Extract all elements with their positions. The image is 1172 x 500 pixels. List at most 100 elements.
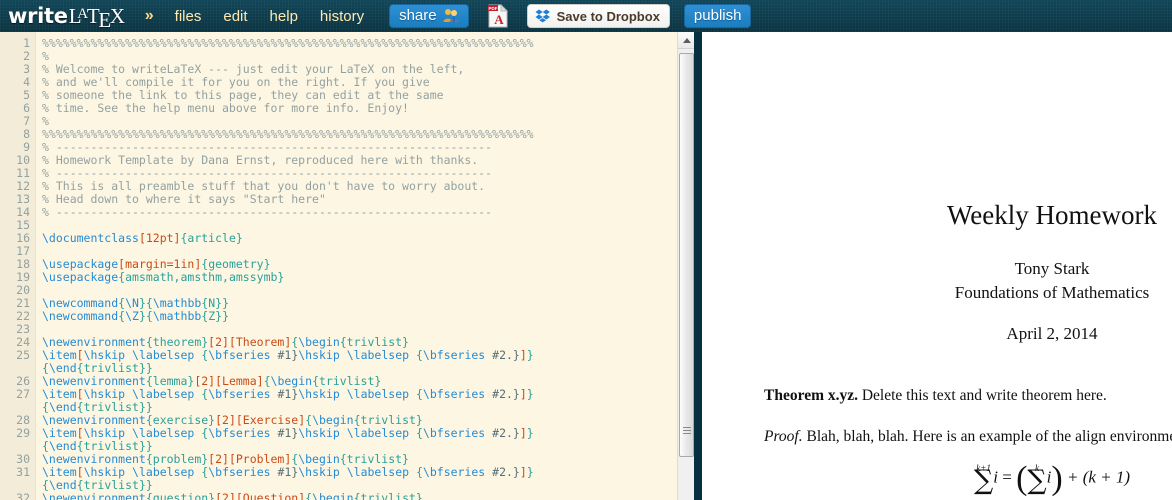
code-token: \begin xyxy=(298,452,340,466)
summation-inner: k ∑ xyxy=(1027,464,1047,496)
writelatex-logo[interactable]: write LATEX xyxy=(8,5,125,30)
share-button-label: share xyxy=(399,7,437,24)
code-token: [ xyxy=(76,465,84,479)
pdf-file-icon: PDF A xyxy=(487,4,508,28)
download-pdf-button[interactable]: PDF A xyxy=(487,3,509,29)
save-to-dropbox-button[interactable]: Save to Dropbox xyxy=(526,4,670,28)
scroll-up-button[interactable] xyxy=(678,32,694,49)
code-token: \newcommand xyxy=(42,296,119,310)
equation-tail: + (k + 1) xyxy=(1066,467,1131,487)
code-token: } xyxy=(526,465,534,479)
code-line[interactable]: \documentclass[12pt]{article} xyxy=(42,232,694,245)
document-equation: k+1 ∑ i = ( k ∑ i) + (k + 1) xyxy=(702,459,1172,497)
proof-heading: Proof. xyxy=(764,428,803,445)
code-token: [2][Question] xyxy=(215,491,306,500)
code-token: #1} xyxy=(270,426,299,440)
code-line[interactable]: \usepackage{amsmath,amsthm,amssymb} xyxy=(42,271,694,284)
code-token: \bfseries xyxy=(422,387,486,401)
code-token: ] xyxy=(519,426,527,440)
nav-item-help[interactable]: help xyxy=(270,8,298,25)
code-token: #2.} xyxy=(485,465,520,479)
code-token: [ xyxy=(76,387,84,401)
code-token: \end xyxy=(48,361,77,375)
code-line[interactable]: % time. See the help menu above for more… xyxy=(42,102,694,115)
code-token: {article} xyxy=(180,231,243,245)
code-token: % Head down to where it says "Start here… xyxy=(42,192,326,206)
code-token: \hskip xyxy=(83,387,126,401)
code-token: {geometry} xyxy=(201,257,271,271)
document-proof-block: Proof. Blah, blah, blah. Here is an exam… xyxy=(764,428,1172,446)
svg-text:PDF: PDF xyxy=(488,6,497,11)
code-token: ] xyxy=(519,387,527,401)
code-token: {trivlist}} xyxy=(76,400,153,414)
theorem-heading: Theorem x.yz. xyxy=(764,387,858,404)
code-token: \end xyxy=(48,439,77,453)
code-token: {trivlist} xyxy=(312,374,382,388)
code-token: \begin xyxy=(312,413,354,427)
code-line[interactable]: % --------------------------------------… xyxy=(42,206,694,219)
code-token: { xyxy=(415,426,423,440)
pane-divider[interactable] xyxy=(694,32,702,500)
code-token: \labelsep xyxy=(132,348,195,362)
code-token: \hskip xyxy=(298,465,340,479)
nav-item-history[interactable]: history xyxy=(320,8,364,25)
latex-source-editor[interactable]: 1 2 3 4 5 6 7 8 9 10 11 12 13 14 15 16 17 18 19 20 21 22 23 24 2… xyxy=(0,32,694,500)
code-text-area[interactable]: %%%%%%%%%%%%%%%%%%%%%%%%%%%%%%%%%%%%%%%%… xyxy=(36,32,694,500)
code-token: [2][Exercise] xyxy=(215,413,306,427)
sigma-icon-inner: ∑ xyxy=(1027,465,1047,496)
code-line[interactable]: %%%%%%%%%%%%%%%%%%%%%%%%%%%%%%%%%%%%%%%%… xyxy=(42,37,694,50)
editor-vertical-scrollbar[interactable] xyxy=(677,32,694,500)
nav-item-edit[interactable]: edit xyxy=(223,8,247,25)
logo-letter-a: A xyxy=(77,5,88,22)
pdf-page: Weekly Homework Tony Stark Foundations o… xyxy=(702,32,1172,500)
code-token: \newcommand xyxy=(42,309,119,323)
code-line[interactable]: \newcommand{\Z}{\mathbb{Z}} xyxy=(42,310,694,323)
share-button[interactable]: share xyxy=(389,4,469,28)
code-token: ] xyxy=(519,348,527,362)
workspace: 1 2 3 4 5 6 7 8 9 10 11 12 13 14 15 16 17 18 19 20 21 22 23 24 2… xyxy=(0,32,1172,500)
code-token: \item xyxy=(42,426,77,440)
code-token: \N xyxy=(125,296,139,310)
breadcrumb-chevron-icon: » xyxy=(144,7,154,24)
code-token: [12pt] xyxy=(138,231,181,245)
code-token: #2.} xyxy=(485,387,520,401)
code-token: \labelsep xyxy=(132,426,195,440)
code-token: \item xyxy=(42,348,77,362)
code-token: {question} xyxy=(145,491,216,500)
publish-button[interactable]: publish xyxy=(683,4,752,28)
line-number-gutter: 1 2 3 4 5 6 7 8 9 10 11 12 13 14 15 16 17 18 19 20 21 22 23 24 2… xyxy=(0,32,36,500)
code-token: #1} xyxy=(270,348,299,362)
svg-text:A: A xyxy=(494,12,504,27)
code-token: \newenvironment xyxy=(42,413,146,427)
proof-body: Blah, blah, blah. Here is an example of … xyxy=(806,428,1172,445)
code-token: [2][Lemma] xyxy=(194,374,264,388)
code-token: \begin xyxy=(312,491,354,500)
open-paren: ( xyxy=(1016,459,1028,497)
code-token: % This is all preamble stuff that you do… xyxy=(42,179,486,193)
code-token: \usepackage xyxy=(42,270,119,284)
sigma-icon: ∑ xyxy=(973,465,994,496)
code-token: }{ xyxy=(138,309,153,323)
nav-item-files[interactable]: files xyxy=(175,8,202,25)
code-token: \labelsep xyxy=(132,465,195,479)
code-token: {trivlist}} xyxy=(76,439,153,453)
code-token: \mathbb xyxy=(152,309,202,323)
code-token: \mathbb xyxy=(152,296,202,310)
code-token: % Homework Template by Dana Ernst, repro… xyxy=(42,153,479,167)
code-token: \newenvironment xyxy=(42,452,146,466)
pdf-preview-pane[interactable]: Weekly Homework Tony Stark Foundations o… xyxy=(702,32,1172,500)
code-line[interactable]: \newenvironment{question}[2][Question]{\… xyxy=(42,492,694,500)
code-token: \labelsep xyxy=(346,465,410,479)
scrollbar-thumb[interactable] xyxy=(679,53,694,457)
code-token: \newenvironment xyxy=(42,374,146,388)
code-token: \hskip xyxy=(83,465,126,479)
